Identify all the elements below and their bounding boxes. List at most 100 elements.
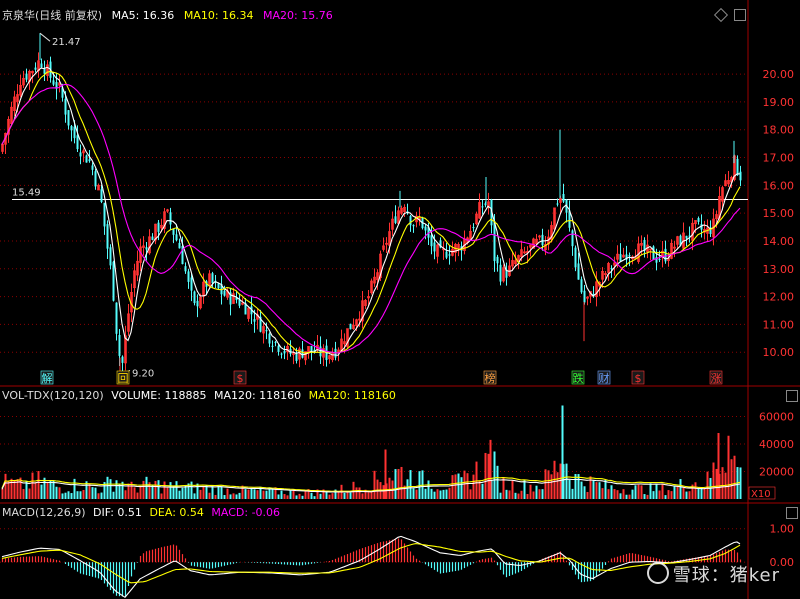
- ma5-legend: MA5: 16.36: [111, 9, 175, 22]
- volume-bar: [343, 492, 346, 499]
- volume-bar: [478, 480, 481, 499]
- candle-body: [217, 283, 220, 289]
- volume-bar: [658, 490, 661, 499]
- candle-body: [184, 266, 187, 272]
- volume-bar: [472, 474, 475, 499]
- candle-body: [619, 254, 622, 262]
- event-marker-label: $: [237, 372, 244, 385]
- volume-bar: [733, 455, 736, 499]
- candle-body: [253, 319, 256, 322]
- volume-bar: [730, 459, 733, 499]
- volume-bar: [94, 487, 97, 499]
- volume-bar: [394, 469, 397, 499]
- volume-bar: [717, 433, 720, 499]
- volume-bar: [625, 494, 628, 499]
- volume-bar: [580, 481, 583, 499]
- volume-bar: [397, 468, 400, 499]
- candle-body: [562, 193, 565, 202]
- candle-body: [394, 216, 397, 223]
- volume-bar: [7, 481, 10, 499]
- volume-bar: [727, 435, 730, 499]
- volume-bar: [454, 474, 457, 499]
- volume-bar: [256, 490, 259, 499]
- volume-bar: [673, 485, 676, 499]
- candle-body: [484, 203, 487, 206]
- volume-bar: [565, 463, 568, 499]
- volume-bar: [631, 489, 634, 499]
- volume-bar: [466, 473, 469, 499]
- candle-body: [445, 251, 448, 258]
- volume-bar: [523, 480, 526, 499]
- maximize-button[interactable]: [734, 9, 746, 21]
- event-marker-label: $: [635, 372, 642, 385]
- price-header: 京泉华(日线 前复权) MA5: 16.36 MA10: 16.34 MA20:…: [2, 7, 333, 23]
- candle-body: [472, 227, 475, 229]
- volume-bar: [286, 495, 289, 499]
- volume-bar: [484, 452, 487, 499]
- volume-panel-button[interactable]: [786, 390, 798, 402]
- volume-bar: [637, 484, 640, 499]
- volume-bar: [532, 491, 535, 499]
- macd-panel-button[interactable]: [786, 507, 798, 519]
- volume-bar: [499, 492, 502, 499]
- volume-ma120-line-2: [1, 478, 741, 493]
- macd-tick-label: 1.00: [770, 523, 795, 536]
- volume-bar: [262, 490, 265, 499]
- candle-body: [169, 212, 172, 225]
- candle-body: [85, 155, 88, 163]
- volume-tick-label: 60000: [759, 411, 794, 424]
- volume-bar: [46, 481, 49, 499]
- price-tick-label: 15.00: [763, 207, 795, 220]
- volume-bar: [67, 491, 70, 499]
- candle-body: [265, 330, 268, 332]
- volume-bar: [676, 486, 679, 499]
- volume-bar: [685, 491, 688, 499]
- volume-bar: [640, 485, 643, 499]
- volume-bar: [595, 482, 598, 499]
- candle-body: [577, 263, 580, 280]
- volume-bar: [91, 487, 94, 499]
- volume-bar: [412, 488, 415, 499]
- candle-body: [739, 171, 742, 181]
- volume-bar: [313, 496, 316, 499]
- volume-bar: [529, 484, 532, 499]
- candle-body: [187, 271, 190, 282]
- price-tick-label: 20.00: [763, 68, 795, 81]
- ma10-legend: MA10: 16.34: [183, 9, 254, 22]
- candle-body: [556, 203, 559, 205]
- candle-body: [100, 189, 103, 202]
- candle-body: [112, 261, 115, 301]
- volume-bar: [34, 482, 37, 499]
- extreme-label: 21.47: [52, 37, 81, 48]
- volume-bar: [211, 486, 214, 499]
- volume-bar: [232, 493, 235, 499]
- price-tick-label: 17.00: [763, 152, 795, 165]
- candlestick-series: [1, 33, 742, 375]
- volume-bar: [561, 405, 564, 499]
- event-marker-label: 跌: [573, 371, 584, 385]
- candle-body: [274, 341, 277, 343]
- candle-body: [91, 165, 94, 170]
- volume-bar: [37, 471, 40, 499]
- volume-unit-label: X10: [751, 489, 771, 500]
- macd-histogram: [1, 535, 742, 599]
- candle-body: [319, 346, 322, 357]
- macd-dif: DIF: 0.51: [93, 506, 142, 519]
- volume-bar: [424, 488, 427, 499]
- volume-bar: [430, 488, 433, 499]
- volume-bar: [442, 489, 445, 499]
- volume-bar: [136, 492, 139, 499]
- volume-bar: [31, 472, 34, 499]
- macd-value: MACD: -0.06: [211, 506, 281, 519]
- volume-bar: [451, 475, 454, 499]
- candle-body: [64, 98, 67, 115]
- volume-bar: [538, 489, 541, 499]
- candle-body: [628, 255, 631, 257]
- volume-bar: [25, 481, 28, 499]
- volume-bar: [448, 487, 451, 499]
- candle-body: [88, 159, 91, 162]
- candle-body: [211, 273, 214, 284]
- volume-bar: [679, 479, 682, 499]
- volume-bar: [514, 492, 517, 499]
- volume-bar: [541, 489, 544, 499]
